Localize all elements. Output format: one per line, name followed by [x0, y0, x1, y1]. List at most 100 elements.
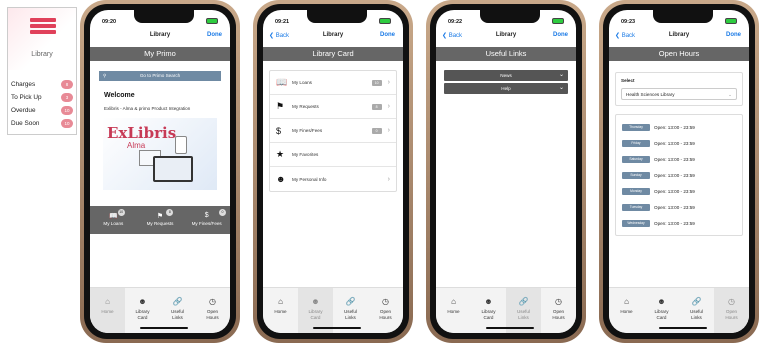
done-button[interactable]: Done [726, 32, 741, 38]
hours-row: Wednesday Open: 13:00 - 23:59 [616, 215, 742, 231]
chevron-down-icon: ⌄ [728, 92, 732, 97]
list-item-label: My Favorites [292, 152, 319, 157]
list-item-my-loans[interactable]: 📖 My Loans 10 › [270, 71, 396, 95]
user-icon: ☻ [138, 297, 147, 306]
dollar-icon: $ [276, 125, 282, 136]
tab-label-2: Card [137, 314, 148, 320]
phone-screen: 09:21 ❮ Back Library Done Library Card 📖… [263, 10, 403, 333]
list-item-my-favorites[interactable]: ★ My Favorites [270, 143, 396, 167]
quick-my-loans[interactable]: 📖 My Loans 10 [90, 206, 137, 234]
hours-text: Open: 13:00 - 23:59 [654, 156, 695, 162]
library-card-list: 📖 My Loans 10 › ⚑ My Requests 8 › $ My Fines/Fe… [269, 70, 397, 192]
hours-row: Thursday Open: 13:00 - 23:59 [616, 119, 742, 135]
tab-label: Home [620, 309, 633, 314]
count-badge: 0 [219, 209, 227, 216]
home-icon: ⌂ [278, 297, 283, 306]
accordion-label: Help [501, 86, 511, 91]
status-time: 09:21 [275, 19, 290, 25]
accordion-news[interactable]: News ⌄ [444, 70, 568, 81]
phone-bezel: 09:22 ❮ Back Library Done Useful Links N… [430, 4, 582, 339]
widget-row-due-soon[interactable]: Due Soon 10 [8, 117, 76, 130]
list-item-label: My Requests [292, 104, 319, 109]
search-icon: ⚲ [103, 73, 107, 78]
chevron-down-icon: ⌄ [558, 72, 564, 78]
day-badge: Tuesday [622, 203, 650, 211]
widget-rows: Charges 8 To Pick Up 3 Overdue 10 Due Soon 1… [8, 70, 76, 130]
tab-home[interactable]: ⌂ Home [609, 288, 644, 333]
done-button[interactable]: Done [553, 32, 568, 38]
brand-logo: ExLibris [107, 124, 177, 142]
tab-home[interactable]: ⌂ Home [90, 288, 125, 333]
hours-text: Open: 13:00 - 23:59 [654, 172, 695, 178]
home-icon: ⌂ [451, 297, 456, 306]
tab-label: Home [447, 309, 460, 314]
widget-row-overdue[interactable]: Overdue 10 [8, 104, 76, 117]
widget-row-label: To Pick Up [11, 94, 42, 101]
tab-open-hours[interactable]: ◷ Open Hours [195, 288, 230, 333]
select-value: Health Sciences Library [626, 92, 675, 97]
link-icon: 🔗 [172, 297, 183, 306]
tab-open-hours[interactable]: ◷ Open Hours [714, 288, 749, 333]
library-select[interactable]: Health Sciences Library ⌄ [621, 88, 737, 100]
hours-text: Open: 13:00 - 23:59 [654, 188, 695, 194]
status-time: 09:23 [621, 19, 636, 25]
book-icon: 📖 [108, 213, 118, 220]
notch [480, 10, 540, 23]
day-badge: Friday [622, 139, 650, 147]
promo-image: ExLibris Alma [103, 118, 217, 190]
widget-header: Library [8, 8, 76, 70]
integration-text: Exlibris - Alma & primo Product Integrat… [104, 106, 191, 111]
tab-label: Library [308, 309, 323, 314]
battery-icon [552, 18, 564, 24]
quick-my-fines[interactable]: $ My Fines/Fees 0 [183, 206, 230, 234]
battery-icon [379, 18, 391, 24]
hours-row: Tuesday Open: 13:00 - 23:59 [616, 199, 742, 215]
hours-text: Open: 13:00 - 23:59 [654, 204, 695, 210]
tab-label: Library [481, 309, 496, 314]
tab-home[interactable]: ⌂ Home [263, 288, 298, 333]
page-header: Useful Links [436, 47, 576, 61]
tab-open-hours[interactable]: ◷ Open Hours [368, 288, 403, 333]
count-badge: 3 [61, 93, 73, 102]
tab-label-2: Hours [725, 314, 738, 320]
widget-row-charges[interactable]: Charges 8 [8, 78, 76, 91]
list-item-label: My Personal Info [292, 176, 327, 182]
list-item-my-fines[interactable]: $ My Fines/Fees 0 › [270, 119, 396, 143]
nav-bar: ❮ Back Library Done [609, 32, 749, 46]
day-badge: Sunday [622, 171, 650, 179]
select-label: Select [621, 78, 635, 83]
nav-bar: ❮ Back Library Done [436, 32, 576, 46]
done-button[interactable]: Done [380, 32, 395, 38]
star-icon: ★ [276, 149, 285, 159]
quick-actions: 📖 My Loans 10 ⚑ My Requests 8 $ My Fines/Fees… [90, 206, 230, 234]
primo-search-bar[interactable]: ⚲ Go to Primo Search [99, 71, 221, 81]
hours-row: Sunday Open: 13:00 - 23:59 [616, 167, 742, 183]
list-item-label: My Fines/Fees [292, 128, 323, 133]
count-badge: 8 [61, 80, 73, 89]
tab-label-2: Card [483, 314, 494, 320]
chevron-right-icon: › [387, 79, 390, 86]
page-header: Open Hours [609, 47, 749, 61]
tab-label: Open [552, 309, 565, 314]
brand-sub: Alma [127, 141, 146, 150]
done-button[interactable]: Done [207, 32, 222, 38]
chevron-right-icon: › [387, 103, 390, 110]
phone-screen: 09:23 ❮ Back Library Done Open Hours Sel… [609, 10, 749, 333]
nav-bar: ❮ Back Library Done [263, 32, 403, 46]
widget-row-pickup[interactable]: To Pick Up 3 [8, 91, 76, 104]
tab-home[interactable]: ⌂ Home [436, 288, 471, 333]
list-item-my-requests[interactable]: ⚑ My Requests 8 › [270, 95, 396, 119]
tab-open-hours[interactable]: ◷ Open Hours [541, 288, 576, 333]
library-widget[interactable]: Library Charges 8 To Pick Up 3 Overdue 10 D… [7, 7, 77, 135]
hours-text: Open: 13:00 - 23:59 [654, 140, 695, 146]
clock-icon: ◷ [728, 297, 735, 306]
user-icon: ☻ [484, 297, 493, 306]
chevron-right-icon: › [387, 127, 390, 134]
hours-list: Thursday Open: 13:00 - 23:59 Friday Open: … [615, 114, 743, 236]
list-item-personal-info[interactable]: ☻ My Personal Info › [270, 167, 396, 191]
accordion-help[interactable]: Help ⌄ [444, 83, 568, 94]
tab-label-2: Hours [206, 314, 219, 320]
quick-my-requests[interactable]: ⚑ My Requests 8 [137, 206, 184, 234]
widget-row-label: Overdue [11, 107, 36, 114]
hours-row: Monday Open: 13:00 - 23:59 [616, 183, 742, 199]
